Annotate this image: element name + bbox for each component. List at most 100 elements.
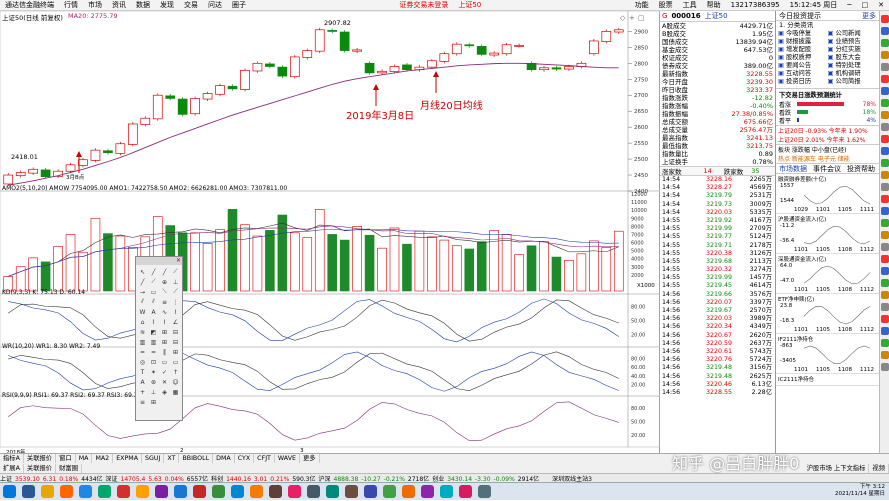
side-tool-icon[interactable] [881,219,889,227]
draw-tool-34[interactable]: ‖ [159,347,170,357]
taskbar-app-icon[interactable] [174,485,187,498]
amo-bar[interactable] [564,259,574,292]
amo-bar[interactable] [302,237,313,292]
taskbar-app-icon[interactable] [193,485,206,498]
news-category-item[interactable]: ▣ 今吸停复 [778,30,828,38]
side-tool-icon[interactable] [881,255,889,263]
amo-bar[interactable] [265,230,275,292]
candle-body[interactable] [501,44,512,55]
news-category-item[interactable]: ▣ 公司新闻 [828,30,878,38]
candle-body[interactable] [389,66,400,72]
draw-tool-46[interactable]: ✕ [159,377,170,387]
amo-bar[interactable] [439,239,450,292]
draw-tool-50[interactable]: ◈ [159,387,170,397]
taskbar-app-icon[interactable] [136,485,149,498]
minimize-icon[interactable]: ─ [842,1,856,9]
side-tool-icon[interactable] [881,279,889,287]
draw-tool-29[interactable]: ▥ [148,337,159,347]
indicator-tab-4[interactable]: MA2 [92,454,114,463]
draw-tool-23[interactable]: ∠ [170,317,181,327]
taskbar-app-icon[interactable] [345,485,358,498]
menu-item-news[interactable]: 资讯 [107,0,131,10]
amo-bar[interactable] [427,236,437,292]
draw-tool-37[interactable]: ⊡ [148,357,159,367]
mini-chart[interactable]: 深股通资金流入(亿) 64.0 -47.0 1101 1105 1108 1112 [776,254,879,294]
candle-body[interactable] [165,95,176,99]
taskbar-app-icon[interactable] [269,485,282,498]
indicator-tab-1[interactable]: 关联报价 [24,454,57,463]
menu-function[interactable]: 功能 [630,0,654,10]
side-tool-icon[interactable] [881,315,889,323]
draw-tool-7[interactable]: ⊥ [170,277,181,287]
tick-row[interactable]: 14:56 3220.34 4349万 [660,323,775,331]
taskbar-app-icon[interactable] [364,485,377,498]
candle-body[interactable] [402,64,412,71]
candle-body[interactable] [177,98,188,115]
amo-bar[interactable] [190,232,200,292]
tab-market-data[interactable]: 市场数据 [776,164,810,174]
news-category-item[interactable]: ▣ 特别处理 [828,62,878,70]
draw-tool-51[interactable]: ▦ [170,387,181,397]
news-category-item[interactable]: ▣ 增发配股 [778,46,828,54]
candle-body[interactable] [589,40,599,55]
tick-row[interactable]: 14:55 3220.38 3126万 [660,250,775,258]
candle-body[interactable] [364,62,375,74]
taskbar-app-icon[interactable] [117,485,130,498]
side-tool-icon[interactable] [881,291,889,299]
amo-bar[interactable] [539,241,549,292]
draw-tool-44[interactable]: A [137,377,148,387]
login-alert[interactable]: 证券交易未登录 [394,0,453,10]
amo-bar[interactable] [414,230,425,292]
draw-tool-9[interactable]: ▭ [148,287,159,297]
indicator-tab-7[interactable]: XT [164,454,180,463]
amo-bar[interactable] [613,230,624,292]
draw-tool-14[interactable]: ≡ [159,297,170,307]
draw-tool-11[interactable]: ⟋ [170,287,181,297]
amo-bar[interactable] [103,233,113,292]
tick-row[interactable]: 14:55 3219.71 2178万 [660,242,775,250]
draw-tool-53[interactable]: ⊞ [148,397,159,407]
draw-tool-3[interactable]: ⟋ [170,267,181,277]
draw-tool-15[interactable]: ⋮ [170,297,181,307]
draw-tool-27[interactable]: ⊟ [170,327,181,337]
menu-item-data[interactable]: 数据 [131,0,155,10]
start-menu-icon[interactable] [3,485,16,498]
draw-tool-43[interactable]: ↑ [170,367,181,377]
menu-tools[interactable]: 工具 [678,0,702,10]
side-tool-icon[interactable] [881,303,889,311]
draw-tool-8[interactable]: → [137,287,148,297]
side-tool-icon[interactable] [881,267,889,275]
candle-body[interactable] [28,168,38,174]
indicator-tab-5[interactable]: EXPMA [113,454,143,463]
indicator-tab-9[interactable]: DMA [213,454,235,463]
draw-tool-31[interactable]: ⊟ [170,337,181,347]
candle-body[interactable] [514,45,524,47]
amo-bar[interactable] [115,235,126,292]
tick-row[interactable]: 14:54 3219.73 3009万 [660,201,775,209]
amo-bar[interactable] [589,240,599,292]
candle-body[interactable] [15,172,26,177]
draw-tool-2[interactable]: ╱ [159,267,170,277]
taskbar-app-icon[interactable] [326,485,339,498]
indicator-tab-12[interactable]: WAVE [275,454,300,463]
amo-bar[interactable] [327,234,337,292]
candle-body[interactable] [140,117,151,125]
amo-bar[interactable] [277,214,288,292]
menu-item-circle[interactable]: 圈子 [227,0,251,10]
taskbar-app-icon[interactable] [79,485,92,498]
taskbar-app-icon[interactable] [250,485,263,498]
tick-row[interactable]: 14:56 3219.48 2625万 [660,373,775,381]
news-category-item[interactable]: ▣ 股权质押 [778,54,828,62]
candle-body[interactable] [240,69,250,90]
kline-chart-svg[interactable]: 2900 2850 2800 2750 2700 2650 2600 2550 2500 2450… [0,10,661,453]
draw-tool-18[interactable]: ∿ [159,307,170,317]
news-category-item[interactable]: ▣ 分红实施 [828,46,878,54]
sub-tab-0[interactable]: 扩展A [0,464,24,473]
candle-body[interactable] [601,31,612,42]
side-tool-icon[interactable] [881,207,889,215]
indicator-tab-3[interactable]: MA [76,454,93,463]
draw-tool-titlebar[interactable]: ✕ [136,257,182,265]
side-tool-icon[interactable] [881,123,889,131]
draw-tool-26[interactable]: ⊞ [159,327,170,337]
draw-tool-52[interactable]: ≡ [137,397,148,407]
